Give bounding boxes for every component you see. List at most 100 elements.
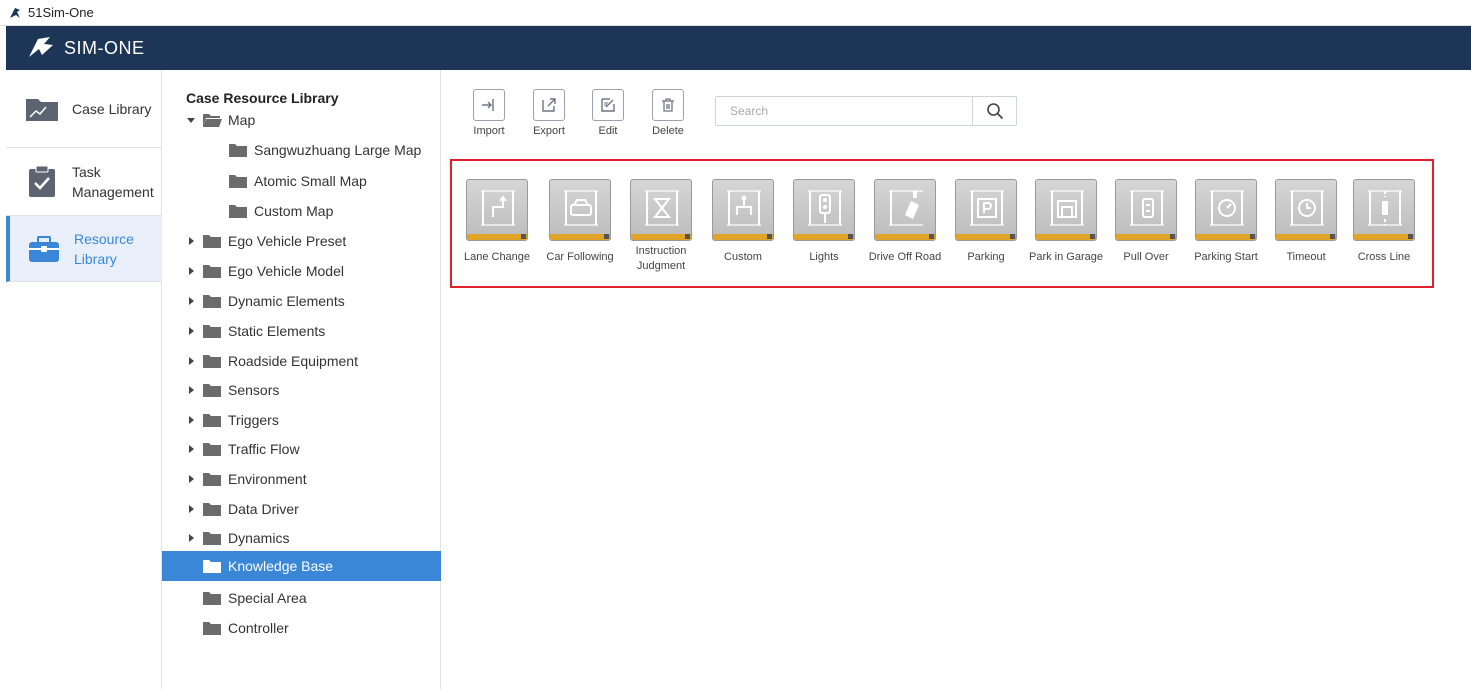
knowledge-item[interactable]: Lane Change: [455, 179, 539, 265]
search-button[interactable]: [972, 97, 1016, 125]
tree-item[interactable]: Data Driver: [162, 494, 441, 524]
car-following-icon: [549, 179, 611, 241]
knowledge-item[interactable]: Drive Off Road: [863, 179, 947, 265]
knowledge-item[interactable]: Park in Garage: [1024, 179, 1108, 265]
folder-icon: [229, 205, 247, 218]
folder-icon: [203, 265, 221, 278]
nav-label: Resource Library: [74, 230, 134, 267]
knowledge-item-label: Custom: [724, 251, 762, 263]
folder-icon: [203, 355, 221, 368]
search-input[interactable]: [716, 97, 972, 125]
tree-item[interactable]: Atomic Small Map: [162, 166, 441, 196]
tree-item[interactable]: Traffic Flow: [162, 434, 441, 464]
tree-item-label: Ego Vehicle Preset: [228, 233, 347, 249]
expand-right-icon[interactable]: [186, 504, 196, 514]
tree-spacer: [186, 593, 196, 603]
edit-icon: [592, 89, 624, 121]
expand-right-icon[interactable]: [186, 326, 196, 336]
expand-right-icon[interactable]: [186, 415, 196, 425]
knowledge-item[interactable]: Parking Start: [1184, 179, 1268, 265]
clock-icon: [1275, 179, 1337, 241]
tree-item[interactable]: Roadside Equipment: [162, 346, 441, 376]
folder-icon: [229, 175, 247, 188]
knowledge-item-label: Drive Off Road: [868, 251, 942, 263]
edit-label: Edit: [598, 125, 618, 137]
tree-item[interactable]: Environment: [162, 464, 441, 494]
expand-down-icon[interactable]: [186, 115, 196, 125]
folder-icon: [203, 532, 221, 545]
tree-item-label: Traffic Flow: [228, 441, 300, 457]
hourglass-icon: [630, 179, 692, 241]
folder-icon: [203, 325, 221, 338]
expand-right-icon[interactable]: [186, 385, 196, 395]
tree-item[interactable]: Knowledge Base: [162, 551, 441, 581]
window-title: 51Sim-One: [28, 5, 94, 20]
nav-label: Task Management: [72, 163, 154, 200]
tree-item-label: Sangwuzhuang Large Map: [254, 142, 422, 158]
export-label: Export: [533, 125, 565, 137]
nav-task-management[interactable]: Task Management: [6, 148, 162, 216]
brand-name: SIM-ONE: [64, 37, 145, 58]
tree-heading: Case Resource Library: [186, 90, 339, 106]
tree-item[interactable]: Controller: [162, 613, 441, 643]
tree-item[interactable]: Map: [162, 105, 441, 135]
knowledge-item-label: Instruction Judgment: [635, 245, 687, 272]
expand-right-icon[interactable]: [186, 533, 196, 543]
delete-button[interactable]: Delete: [643, 89, 693, 137]
tree-item[interactable]: Custom Map: [162, 196, 441, 226]
knowledge-item-label: Lane Change: [463, 251, 531, 263]
folder-icon: [203, 295, 221, 308]
tree-item-label: Environment: [228, 471, 307, 487]
knowledge-item[interactable]: Custom: [701, 179, 785, 265]
expand-right-icon[interactable]: [186, 236, 196, 246]
parking-icon: [955, 179, 1017, 241]
import-button[interactable]: Import: [464, 89, 514, 137]
expand-right-icon[interactable]: [186, 444, 196, 454]
search-bar: [715, 96, 1017, 126]
tree-item-label: Special Area: [228, 590, 307, 606]
expand-right-icon[interactable]: [186, 356, 196, 366]
knowledge-item-label: Cross Line: [1357, 251, 1411, 263]
knowledge-item[interactable]: Car Following: [538, 179, 622, 265]
nav-resource-library[interactable]: Resource Library: [6, 216, 162, 282]
knowledge-grid: Lane Change Car Following Instruction Judg…: [450, 159, 1434, 288]
tree-item[interactable]: Dynamic Elements: [162, 286, 441, 316]
tree-item[interactable]: Ego Vehicle Preset: [162, 226, 441, 256]
tree-item[interactable]: Dynamics: [162, 523, 441, 553]
nav-case-library[interactable]: Case Library: [6, 70, 162, 148]
tree-item-label: Roadside Equipment: [228, 353, 358, 369]
expand-right-icon[interactable]: [186, 296, 196, 306]
folder-icon: [203, 592, 221, 605]
tree-item-label: Sensors: [228, 382, 280, 398]
brand-logo-icon: [29, 37, 53, 57]
tree-item[interactable]: Sensors: [162, 375, 441, 405]
knowledge-item[interactable]: Timeout: [1264, 179, 1348, 265]
tree-item[interactable]: Triggers: [162, 405, 441, 435]
folder-icon: [203, 443, 221, 456]
resource-tree: Case Resource Library Map Sangwuzhuang La…: [162, 70, 441, 689]
knowledge-item[interactable]: Cross Line: [1342, 179, 1426, 265]
knowledge-item-label: Car Following: [546, 251, 614, 263]
folder-icon: [203, 235, 221, 248]
expand-right-icon[interactable]: [186, 474, 196, 484]
search-icon: [986, 103, 1003, 120]
knowledge-item[interactable]: Pull Over: [1104, 179, 1188, 265]
custom-icon: [712, 179, 774, 241]
tree-item[interactable]: Special Area: [162, 583, 441, 613]
tree-item[interactable]: Ego Vehicle Model: [162, 256, 441, 286]
edit-button[interactable]: Edit: [583, 89, 633, 137]
tree-item-label: Knowledge Base: [228, 558, 334, 574]
knowledge-item[interactable]: Lights: [782, 179, 866, 265]
tree-spacer: [186, 561, 196, 571]
folder-icon: [203, 414, 221, 427]
knowledge-item[interactable]: Instruction Judgment: [619, 179, 703, 274]
tree-item[interactable]: Sangwuzhuang Large Map: [162, 135, 441, 165]
export-button[interactable]: Export: [524, 89, 574, 137]
import-icon: [473, 89, 505, 121]
knowledge-item[interactable]: Parking: [944, 179, 1028, 265]
import-label: Import: [473, 125, 505, 137]
expand-right-icon[interactable]: [186, 266, 196, 276]
tree-item-label: Dynamics: [228, 530, 290, 546]
tree-item[interactable]: Static Elements: [162, 316, 441, 346]
left-nav: Case Library Task Management Resource Li…: [6, 70, 162, 689]
